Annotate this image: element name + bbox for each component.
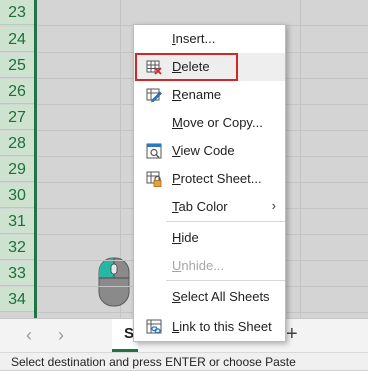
menu-item-insert[interactable]: Insert... <box>134 25 285 53</box>
menu-item-unhide: Unhide... <box>134 252 285 280</box>
row-selection-border <box>34 0 37 318</box>
menu-separator <box>166 280 285 281</box>
menu-item-label: Protect Sheet... <box>172 171 262 186</box>
sheet-context-menu: Insert... Delete Rename Move or Copy... View… <box>133 24 286 342</box>
column-gridline <box>300 0 301 318</box>
rename-sheet-icon <box>146 87 162 103</box>
highlight-annotation-box <box>135 53 238 81</box>
status-bar: Select destination and press ENTER or ch… <box>0 352 368 370</box>
menu-item-select-all-sheets[interactable]: Select All Sheets <box>134 283 285 311</box>
menu-item-label: Insert... <box>172 31 216 46</box>
menu-item-label: Hide <box>172 230 199 245</box>
protect-sheet-icon <box>146 171 162 187</box>
row-header-25[interactable]: 25 <box>0 53 34 78</box>
row-header-30[interactable]: 30 <box>0 183 34 208</box>
menu-item-hide[interactable]: Hide <box>134 224 285 252</box>
menu-item-move-or-copy[interactable]: Move or Copy... <box>134 109 285 137</box>
row-header-23[interactable]: 23 <box>0 0 34 25</box>
chevron-right-icon: › <box>271 198 276 213</box>
menu-item-label: Move or Copy... <box>172 115 263 130</box>
row-header-28[interactable]: 28 <box>0 131 34 156</box>
link-sheet-icon <box>146 319 162 335</box>
menu-item-label: Rename <box>172 87 222 102</box>
menu-item-link-to-this-sheet[interactable]: Link to this Sheet <box>134 313 285 341</box>
mouse-icon <box>98 256 132 313</box>
view-code-icon <box>146 143 162 159</box>
row-header-29[interactable]: 29 <box>0 157 34 182</box>
menu-item-label: Select All Sheets <box>172 289 270 304</box>
menu-item-label: Unhide... <box>172 258 225 273</box>
row-header-26[interactable]: 26 <box>0 79 34 104</box>
row-header-24[interactable]: 24 <box>0 27 34 52</box>
menu-item-view-code[interactable]: View Code <box>134 137 285 165</box>
tab-scroll-left-icon[interactable]: ‹ <box>26 325 32 346</box>
row-header-33[interactable]: 33 <box>0 261 34 286</box>
menu-item-label: View Code <box>172 143 235 158</box>
menu-item-tab-color[interactable]: Tab Color › <box>134 193 285 221</box>
menu-separator <box>166 221 285 222</box>
tab-scroll-right-icon[interactable]: › <box>58 325 64 346</box>
menu-item-label: Tab Color <box>172 199 228 214</box>
menu-item-rename[interactable]: Rename <box>134 81 285 109</box>
row-header-27[interactable]: 27 <box>0 105 34 130</box>
new-sheet-icon[interactable]: + <box>286 323 298 346</box>
row-header-34[interactable]: 34 <box>0 287 34 312</box>
row-header-31[interactable]: 31 <box>0 209 34 234</box>
menu-item-label: Link to this Sheet <box>172 319 272 334</box>
menu-item-protect-sheet[interactable]: Protect Sheet... <box>134 165 285 193</box>
status-text: Select destination and press ENTER or ch… <box>11 355 296 369</box>
row-header-32[interactable]: 32 <box>0 235 34 260</box>
